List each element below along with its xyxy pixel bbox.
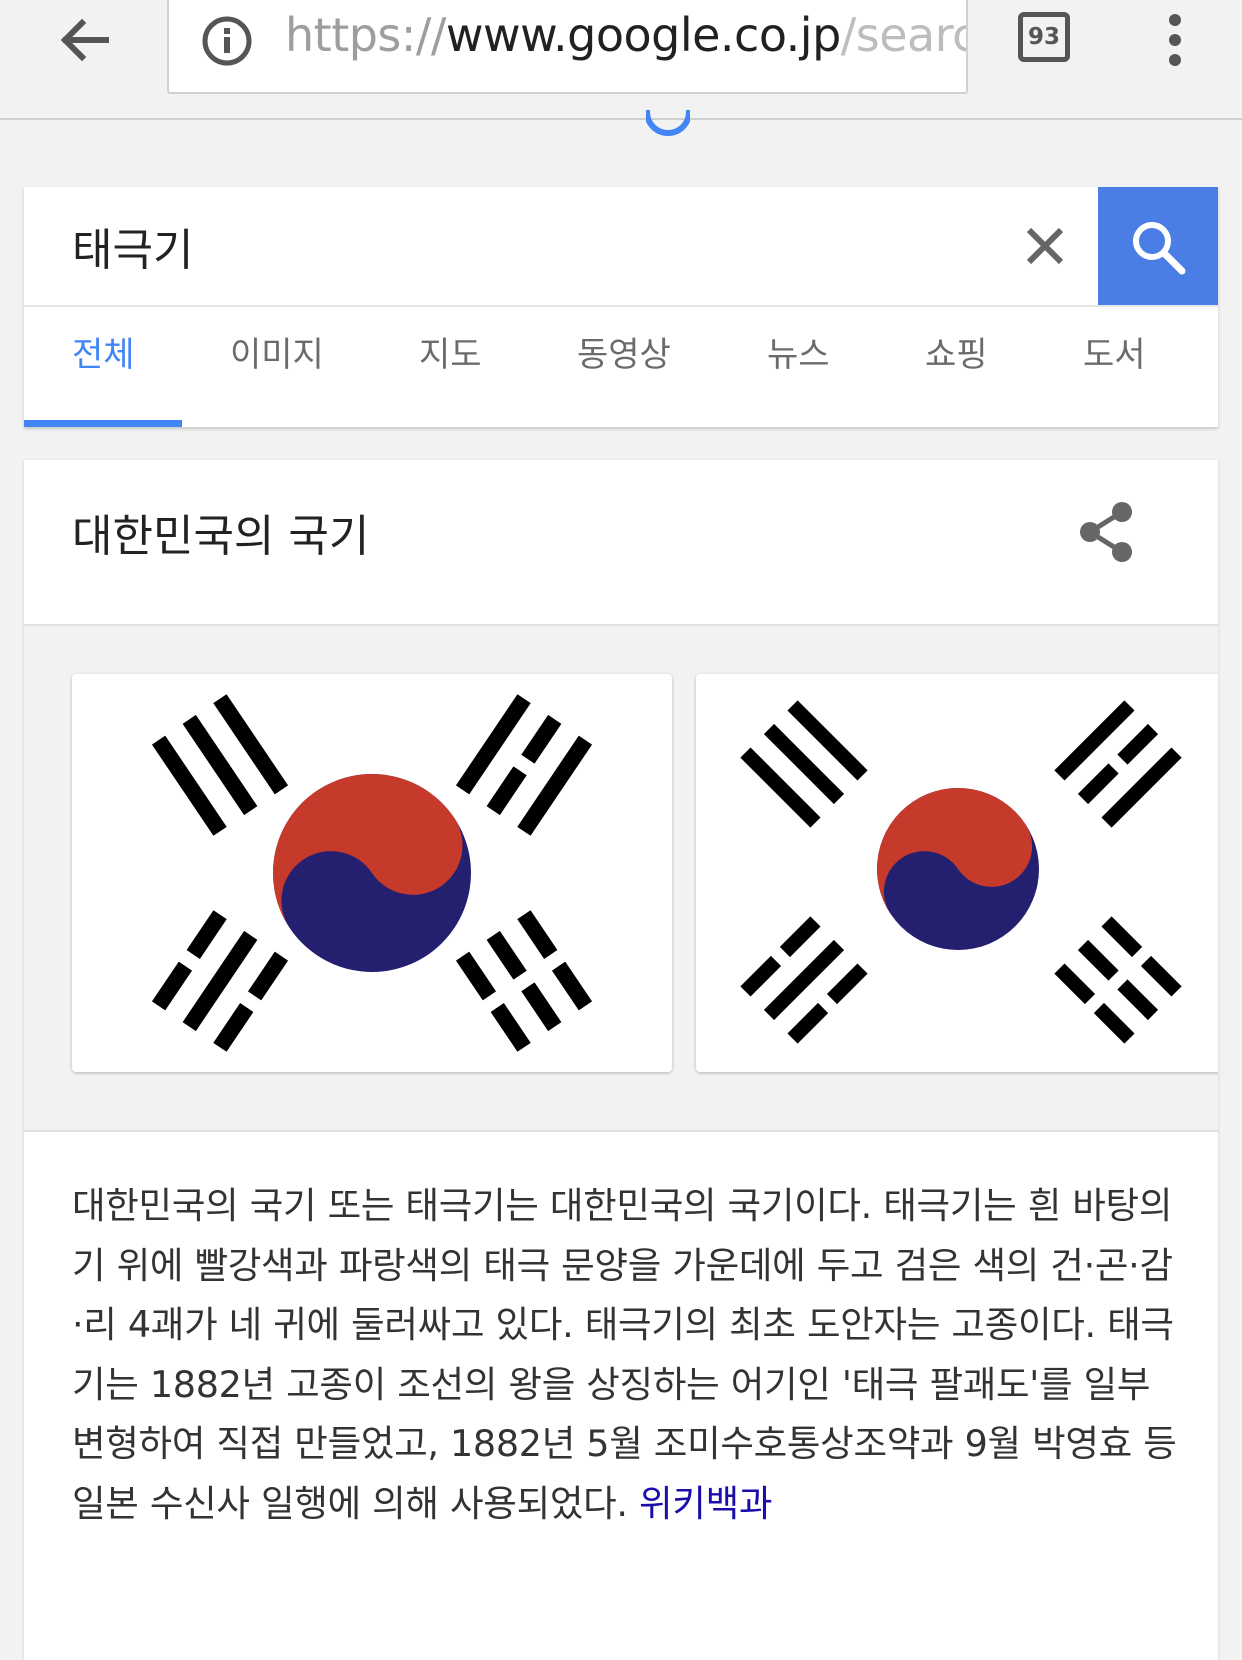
search-icon xyxy=(1133,222,1186,275)
info-icon[interactable] xyxy=(201,15,253,67)
url-scheme: https:// xyxy=(285,8,446,62)
panel-description: 대한민국의 국기 또는 태극기는 대한민국의 국기이다. 태극기는 흰 바탕의 … xyxy=(72,1176,1182,1533)
flag-image[interactable] xyxy=(72,674,672,1072)
back-arrow-icon[interactable] xyxy=(54,10,114,70)
tab-news[interactable]: 뉴스 xyxy=(767,327,830,376)
search-card: 전체 이미지 지도 동영상 뉴스 쇼핑 도서 xyxy=(24,187,1218,427)
image-carousel[interactable] xyxy=(24,624,1218,1132)
flag-image[interactable] xyxy=(696,674,1218,1072)
active-tab-indicator xyxy=(24,420,182,427)
knowledge-panel: 대한민국의 국기 대한민국의 국기 또는 태극기는 대한민국의 국기이다. 태극… xyxy=(24,460,1218,1660)
url-path: /searc xyxy=(840,8,968,62)
tab-videos[interactable]: 동영상 xyxy=(577,327,671,376)
description-text: 대한민국의 국기 또는 태극기는 대한민국의 국기이다. 태극기는 흰 바탕의 … xyxy=(72,1184,1177,1525)
address-bar[interactable]: https://www.google.co.jp/searc xyxy=(167,0,968,94)
search-button[interactable] xyxy=(1098,187,1218,306)
share-icon[interactable] xyxy=(1076,498,1136,566)
search-input[interactable] xyxy=(24,187,1098,305)
tab-books[interactable]: 도서 xyxy=(1083,327,1146,376)
url-text: https://www.google.co.jp/searc xyxy=(285,8,968,62)
panel-title: 대한민국의 국기 xyxy=(72,511,370,562)
overflow-menu-icon[interactable] xyxy=(1160,10,1190,70)
tab-images[interactable]: 이미지 xyxy=(230,327,324,376)
divider xyxy=(24,305,1218,307)
browser-toolbar: https://www.google.co.jp/searc 93 xyxy=(0,0,1242,120)
google-logo-fragment xyxy=(646,110,690,136)
tab-maps[interactable]: 지도 xyxy=(419,327,482,376)
clear-icon[interactable] xyxy=(1016,217,1074,275)
tab-all[interactable]: 전체 xyxy=(72,327,135,376)
tab-switcher-button[interactable]: 93 xyxy=(1018,12,1070,62)
url-host: www.google.co.jp xyxy=(445,8,841,62)
wikipedia-link[interactable]: 위키백과 xyxy=(639,1482,772,1525)
tab-shopping[interactable]: 쇼핑 xyxy=(925,327,988,376)
